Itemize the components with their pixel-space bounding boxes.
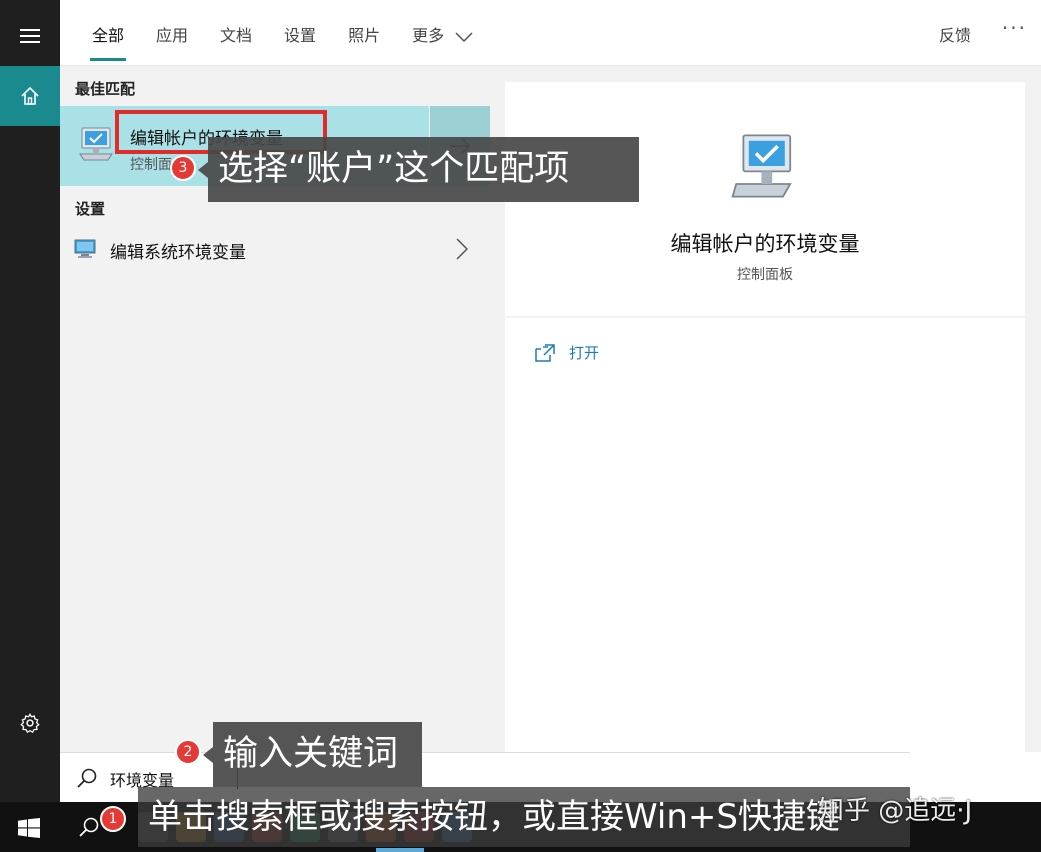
best-match-subtitle: 控制面 [130, 157, 172, 173]
taskbar-search-icon[interactable] [78, 816, 100, 838]
left-rail [0, 0, 60, 802]
home-button[interactable] [0, 66, 60, 126]
tip-click-search: 单击搜索框或搜索按钮，或直接Win+S快捷键 [138, 787, 910, 847]
detail-subtitle: 控制面板 [737, 267, 793, 283]
active-app-indicator [376, 848, 424, 852]
windows-start-icon[interactable] [18, 818, 40, 838]
open-action[interactable]: 打开 [535, 342, 599, 363]
system-monitor-icon [74, 239, 96, 258]
tab-label: 应用 [156, 26, 189, 45]
step-badge-3: 3 [170, 155, 196, 181]
tab-bar: 全部 应用 文档 设置 照片 更多 反馈 ··· [60, 0, 1041, 66]
tip-input-keyword: 输入关键词 [203, 722, 422, 787]
category-tabs: 全部 应用 文档 设置 照片 更多 [76, 0, 489, 66]
step-badge-2: 2 [175, 739, 201, 765]
best-match-heading: 最佳匹配 [75, 80, 136, 98]
tip-select-match: 选择“账户”这个匹配项 [198, 137, 639, 202]
chevron-down-icon [455, 31, 473, 42]
step-badge-1: 1 [100, 806, 126, 832]
control-panel-monitor-icon [731, 134, 792, 198]
detail-title: 编辑帐户的环境变量 [670, 232, 860, 256]
hamburger-icon [20, 29, 40, 43]
tab-more[interactable]: 更多 [396, 0, 489, 66]
watermark: 知乎 @追远·J [818, 796, 973, 826]
detail-actions: 打开 [505, 318, 1025, 752]
start-search-window: 全部 应用 文档 设置 照片 更多 反馈 ··· 最佳匹配 编辑帐户的环境变量 … [0, 0, 1041, 852]
open-external-icon [535, 343, 555, 362]
tab-label: 文档 [220, 26, 253, 45]
home-icon [21, 86, 39, 105]
tab-photos[interactable]: 照片 [332, 0, 396, 66]
settings-button[interactable] [0, 700, 60, 746]
tab-apps[interactable]: 应用 [140, 0, 204, 66]
settings-result-item[interactable]: 编辑系统环境变量 [60, 226, 490, 272]
settings-heading: 设置 [75, 200, 106, 218]
tab-label: 全部 [92, 26, 125, 45]
tab-label: 设置 [284, 26, 317, 45]
menu-button[interactable] [0, 12, 60, 60]
search-icon [77, 768, 97, 788]
gear-icon [20, 713, 40, 734]
feedback-button[interactable]: 反馈 [939, 22, 971, 46]
tab-label: 更多 [412, 26, 445, 45]
open-action-label: 打开 [569, 344, 600, 362]
tab-all[interactable]: 全部 [76, 0, 140, 66]
chevron-right-icon [456, 238, 468, 260]
control-panel-monitor-icon [79, 127, 113, 161]
tab-documents[interactable]: 文档 [204, 0, 268, 66]
tab-label: 照片 [348, 26, 381, 45]
tab-settings[interactable]: 设置 [268, 0, 332, 66]
settings-result-label: 编辑系统环境变量 [110, 243, 246, 263]
more-options-button[interactable]: ··· [1002, 16, 1027, 40]
